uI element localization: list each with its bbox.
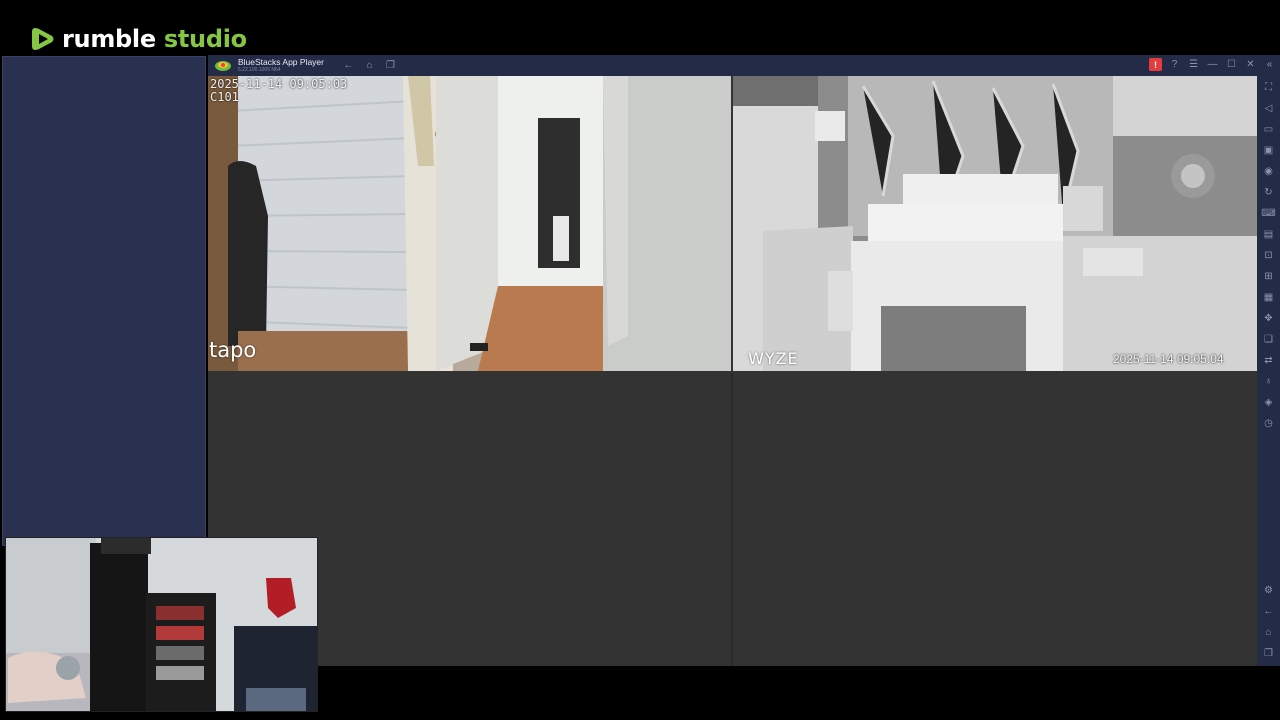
back-icon[interactable]: ←: [1262, 605, 1275, 618]
webcam-overlay: [5, 537, 318, 712]
gamepad-icon[interactable]: ⌨: [1261, 207, 1275, 220]
back-icon[interactable]: ←: [342, 59, 355, 72]
clock-icon[interactable]: ◷: [1262, 417, 1275, 430]
maximize-icon[interactable]: ☐: [1225, 58, 1238, 71]
camera-icon[interactable]: ⊞: [1262, 270, 1275, 283]
rotate-icon[interactable]: ↻: [1262, 186, 1275, 199]
help-icon[interactable]: ?: [1168, 58, 1181, 71]
volume-icon[interactable]: ◁: [1262, 102, 1275, 115]
record-icon[interactable]: ◉: [1262, 165, 1275, 178]
macro-icon[interactable]: ▤: [1262, 228, 1275, 241]
left-panel: [2, 56, 206, 546]
layers-icon[interactable]: ◈: [1262, 396, 1275, 409]
camera-slot-empty[interactable]: [733, 373, 1257, 666]
rumble-studio-logo: rumble studio: [30, 24, 247, 54]
home-icon[interactable]: ⌂: [1262, 626, 1275, 639]
fullscreen-icon[interactable]: ⛶: [1262, 81, 1275, 94]
alert-icon[interactable]: !: [1149, 58, 1162, 71]
camera-label: C101: [210, 90, 239, 104]
bluestacks-logo-icon: [215, 60, 231, 71]
minimize-icon[interactable]: —: [1206, 58, 1219, 71]
media-icon[interactable]: ▦: [1262, 291, 1275, 304]
home-icon[interactable]: ⌂: [363, 59, 376, 72]
brand-word-rumble: rumble: [62, 25, 156, 53]
location-icon[interactable]: ✥: [1262, 312, 1275, 325]
sync-icon[interactable]: ⇄: [1262, 354, 1275, 367]
menu-icon[interactable]: ☰: [1187, 58, 1200, 71]
kitchen-scene: [733, 76, 1257, 371]
camera-timestamp: 2025-11-14 09:05:04: [1113, 352, 1224, 366]
camera-feed-kitchen[interactable]: WYZE 2025-11-14 09:05:04: [733, 76, 1257, 371]
rumble-play-icon: [32, 28, 54, 50]
screen-capture-icon[interactable]: ⊡: [1262, 249, 1275, 262]
close-icon[interactable]: ✕: [1244, 58, 1257, 71]
app-version: 5.22.100.1005 N64: [238, 66, 281, 73]
eco-icon[interactable]: ♁: [1262, 375, 1275, 388]
webcam-scene: [6, 538, 317, 711]
recent-apps-icon[interactable]: ❐: [1262, 647, 1275, 660]
camera-feed-hallway[interactable]: 2025-11-14 09:05:03 C101 tapo: [208, 76, 731, 371]
bluestacks-titlebar: BlueStacks App Player 5.22.100.1005 N64 …: [208, 55, 1280, 76]
settings-icon[interactable]: ⚙: [1262, 584, 1275, 597]
keyboard-icon[interactable]: ▭: [1262, 123, 1275, 136]
camera-brand-tapo: tapo: [209, 338, 257, 362]
multi-instance-icon[interactable]: ❏: [1262, 333, 1275, 346]
app-title: BlueStacks App Player: [238, 57, 324, 68]
screenshot-icon[interactable]: ▣: [1262, 144, 1275, 157]
hallway-scene: [208, 76, 731, 371]
brand-word-studio: studio: [163, 25, 247, 53]
collapse-sidebar-icon[interactable]: «: [1263, 58, 1276, 71]
camera-brand-wyze: WYZE: [748, 349, 799, 368]
emulator-screen: 2025-11-14 09:05:03 C101 tapo WYZE 2025-…: [208, 76, 1257, 666]
multi-instance-icon[interactable]: ❐: [384, 59, 397, 72]
bluestacks-sidebar: ⛶ ◁ ▭ ▣ ◉ ↻ ⌨ ▤ ⊡ ⊞ ▦ ✥ ❏ ⇄ ♁ ◈ ◷ ⚙ ← ⌂ …: [1257, 76, 1280, 666]
camera-timestamp: 2025-11-14 09:05:03: [210, 77, 348, 91]
